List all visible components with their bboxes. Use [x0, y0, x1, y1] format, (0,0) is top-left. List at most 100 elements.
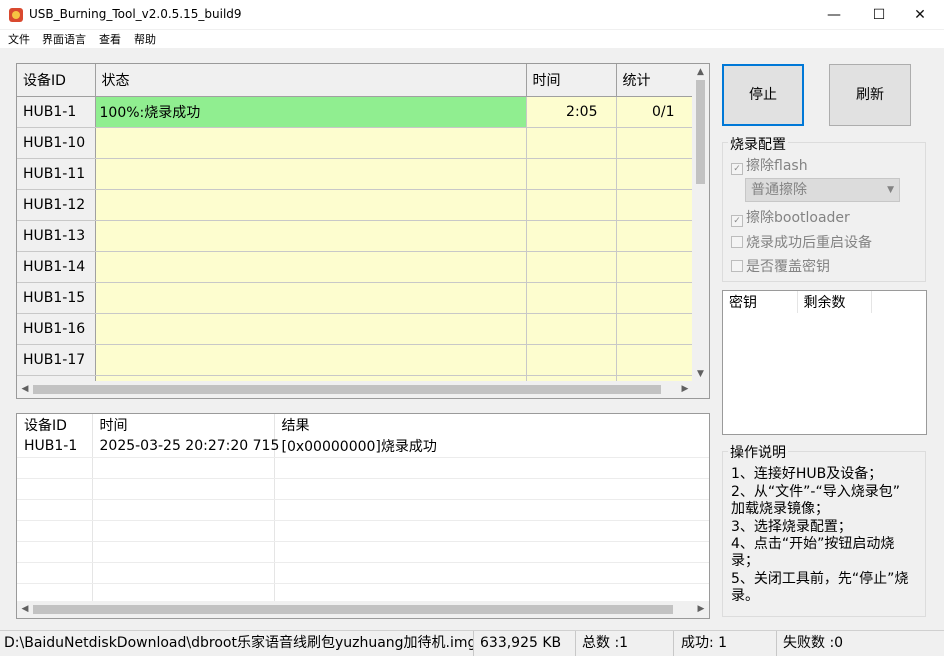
log-device-id-cell [17, 478, 93, 500]
column-header-time[interactable]: 时间 [526, 64, 617, 97]
log-row[interactable] [17, 562, 709, 584]
log-time-cell [92, 520, 275, 542]
device-row[interactable]: HUB1-17 [17, 344, 693, 376]
grid-horizontal-scrollbar[interactable]: ◀ ▶ [17, 381, 693, 398]
scroll-right-arrow-icon[interactable]: ▶ [693, 601, 709, 618]
checkmark-icon: ✓ [731, 163, 743, 175]
column-header-device-id[interactable]: 设备ID [17, 64, 96, 97]
window-title: USB_Burning_Tool_v2.0.5.15_build9 [29, 7, 242, 21]
status-cell [95, 189, 527, 221]
status-file-size: 633,925 KB [476, 631, 576, 656]
device-id-cell: HUB1-12 [17, 189, 96, 221]
scroll-thumb[interactable] [33, 385, 661, 394]
scroll-down-arrow-icon[interactable]: ▼ [692, 366, 709, 382]
log-row[interactable] [17, 478, 709, 500]
key-header-remaining[interactable]: 剩余数 [797, 291, 872, 313]
status-cell [95, 220, 527, 252]
device-id-cell: HUB1-10 [17, 127, 96, 159]
log-header-device-id[interactable]: 设备ID [17, 414, 93, 436]
status-cell [95, 313, 527, 345]
erase-bootloader-checkbox[interactable]: ✓ 擦除bootloader [731, 207, 850, 227]
log-row[interactable] [17, 499, 709, 521]
log-row[interactable] [17, 520, 709, 542]
minimize-button[interactable]: — [812, 0, 856, 30]
help-line: 录。 [731, 588, 759, 604]
log-result-cell: [0x00000000]烧录成功 [274, 436, 709, 458]
column-header-status[interactable]: 状态 [95, 64, 527, 97]
menu-file[interactable]: 文件 [8, 31, 30, 47]
log-header-result[interactable]: 结果 [274, 414, 709, 436]
erase-mode-select[interactable]: 普通擦除 ▼ [745, 178, 900, 202]
reboot-after-checkbox[interactable]: 烧录成功后重启设备 [731, 232, 872, 252]
device-row[interactable]: HUB1-10 [17, 127, 693, 159]
log-list[interactable]: 设备ID 时间 结果 HUB1-1 2025-03-25 20:27:20 715… [16, 413, 710, 619]
status-total: 总数 :1 [578, 631, 674, 656]
scroll-left-arrow-icon[interactable]: ◀ [17, 381, 33, 398]
chevron-down-icon: ▼ [887, 185, 894, 195]
close-button[interactable]: ✕ [898, 0, 942, 30]
device-row[interactable]: HUB1-14 [17, 251, 693, 283]
log-horizontal-scrollbar[interactable]: ◀ ▶ [17, 601, 709, 618]
scroll-up-arrow-icon[interactable]: ▲ [692, 64, 709, 80]
device-row[interactable]: HUB1-11 [17, 158, 693, 190]
status-cell: 100%:烧录成功 [95, 96, 527, 128]
count-cell [616, 158, 693, 190]
refresh-button[interactable]: 刷新 [829, 64, 911, 126]
device-id-cell: HUB1-15 [17, 282, 96, 314]
menu-view[interactable]: 查看 [99, 31, 121, 47]
log-time-cell [92, 457, 275, 479]
grid-vertical-scrollbar[interactable]: ▲ ▼ [692, 64, 709, 382]
log-time-cell [92, 541, 275, 563]
overwrite-key-checkbox[interactable]: 是否覆盖密钥 [731, 256, 830, 276]
column-header-count[interactable]: 统计 [616, 64, 693, 97]
device-id-cell: HUB1-13 [17, 220, 96, 252]
log-time-cell [92, 478, 275, 500]
menu-help[interactable]: 帮助 [134, 31, 156, 47]
key-header-key[interactable]: 密钥 [723, 291, 798, 313]
status-cell [95, 282, 527, 314]
log-time-cell [92, 499, 275, 521]
title-bar: USB_Burning_Tool_v2.0.5.15_build9 — ☐ ✕ [0, 0, 944, 30]
key-list[interactable]: 密钥 剩余数 [722, 290, 927, 435]
count-cell [616, 127, 693, 159]
help-title: 操作说明 [728, 442, 788, 462]
time-cell [526, 127, 617, 159]
erase-flash-checkbox[interactable]: ✓ 擦除flash [731, 155, 808, 175]
status-file-path: D:\BaiduNetdiskDownload\dbroot乐家语音线刷包yuz… [0, 631, 474, 656]
log-device-id-cell [17, 562, 93, 584]
log-header-time[interactable]: 时间 [92, 414, 275, 436]
status-failed: 失败数 :0 [783, 635, 844, 651]
device-grid[interactable]: 设备ID 状态 时间 统计 HUB1-1 100%:烧录成功 2:05 0/1 HUB1… [16, 63, 710, 399]
time-cell [526, 251, 617, 283]
scroll-right-arrow-icon[interactable]: ▶ [677, 381, 693, 398]
device-id-cell: HUB1-11 [17, 158, 96, 190]
device-row[interactable]: HUB1-1 100%:烧录成功 2:05 0/1 [17, 96, 693, 128]
status-success: 成功: 1 [677, 631, 777, 656]
device-row[interactable]: HUB1-13 [17, 220, 693, 252]
log-time-cell: 2025-03-25 20:27:20 715 [92, 436, 279, 458]
log-result-cell [274, 520, 709, 542]
device-id-cell: HUB1-14 [17, 251, 96, 283]
device-row[interactable]: HUB1-12 [17, 189, 693, 221]
time-cell [526, 220, 617, 252]
count-cell [616, 220, 693, 252]
maximize-button[interactable]: ☐ [857, 0, 901, 30]
device-row[interactable]: HUB1-15 [17, 282, 693, 314]
time-cell [526, 313, 617, 345]
scroll-left-arrow-icon[interactable]: ◀ [17, 601, 33, 618]
device-id-cell: HUB1-16 [17, 313, 96, 345]
log-device-id-cell [17, 541, 93, 563]
log-row[interactable]: HUB1-1 2025-03-25 20:27:20 715 [0x00000000… [17, 436, 709, 458]
scroll-thumb[interactable] [33, 605, 673, 614]
log-result-cell [274, 541, 709, 563]
device-row[interactable]: HUB1-16 [17, 313, 693, 345]
time-cell: 2:05 [526, 96, 617, 128]
log-row[interactable] [17, 541, 709, 563]
app-icon [9, 8, 23, 22]
time-cell [526, 158, 617, 190]
stop-button[interactable]: 停止 [722, 64, 804, 126]
scroll-thumb[interactable] [696, 80, 705, 184]
log-row[interactable] [17, 457, 709, 479]
menu-language[interactable]: 界面语言 [42, 31, 86, 47]
help-line: 1、连接好HUB及设备； [731, 466, 883, 482]
